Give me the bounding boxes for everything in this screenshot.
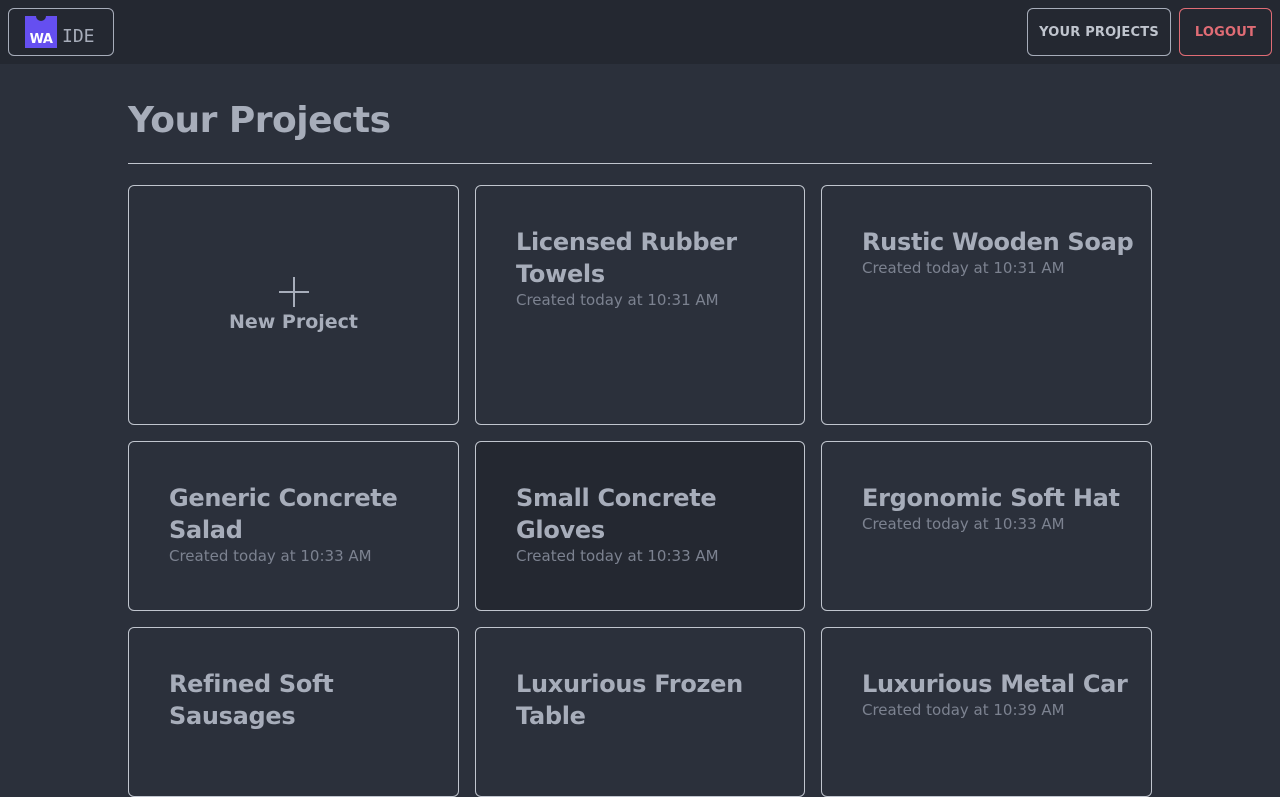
project-name: Refined Soft Sausages [169,670,334,730]
project-card[interactable]: Refined Soft Sausages [128,627,459,797]
project-card[interactable]: Licensed Rubber Towels Created today at … [475,185,805,425]
project-card[interactable]: Generic Concrete Salad Created today at … [128,441,459,611]
project-created-date: Created today at 10:33 AM [516,547,719,565]
project-created-date: Created today at 10:31 AM [862,259,1065,277]
project-name: Generic Concrete Salad [169,484,398,544]
project-name: Luxurious Frozen Table [516,670,743,730]
plus-icon [278,277,309,307]
new-project-card[interactable]: New Project [128,185,459,425]
project-card[interactable]: Ergonomic Soft Hat Created today at 10:3… [821,441,1152,611]
project-card[interactable]: Small Concrete Gloves Created today at 1… [475,441,805,611]
logout-button[interactable]: LOGOUT [1179,8,1272,56]
your-projects-button[interactable]: YOUR PROJECTS [1027,8,1171,56]
project-name: Small Concrete Gloves [516,484,717,544]
project-card[interactable]: Luxurious Frozen Table [475,627,805,797]
project-name: Ergonomic Soft Hat [862,484,1120,512]
project-card[interactable]: Rustic Wooden Soap Created today at 10:3… [821,185,1152,425]
logo-text: IDE [62,26,95,47]
project-card[interactable]: Luxurious Metal Car Created today at 10:… [821,627,1152,797]
webassembly-logo-icon: WA [25,16,57,48]
project-name: Licensed Rubber Towels [516,228,737,288]
project-name: Rustic Wooden Soap [862,228,1134,256]
project-created-date: Created today at 10:39 AM [862,701,1065,719]
project-name: Luxurious Metal Car [862,670,1128,698]
page-title: Your Projects [128,100,391,141]
logo-mark-text: WA [29,32,53,47]
project-created-date: Created today at 10:33 AM [862,515,1065,533]
project-created-date: Created today at 10:31 AM [516,291,719,309]
logo-home-link[interactable]: WA IDE [8,8,114,56]
top-bar: WA IDE YOUR PROJECTS LOGOUT [0,0,1280,64]
title-divider [128,163,1152,164]
new-project-label: New Project [228,311,359,333]
project-created-date: Created today at 10:33 AM [169,547,372,565]
